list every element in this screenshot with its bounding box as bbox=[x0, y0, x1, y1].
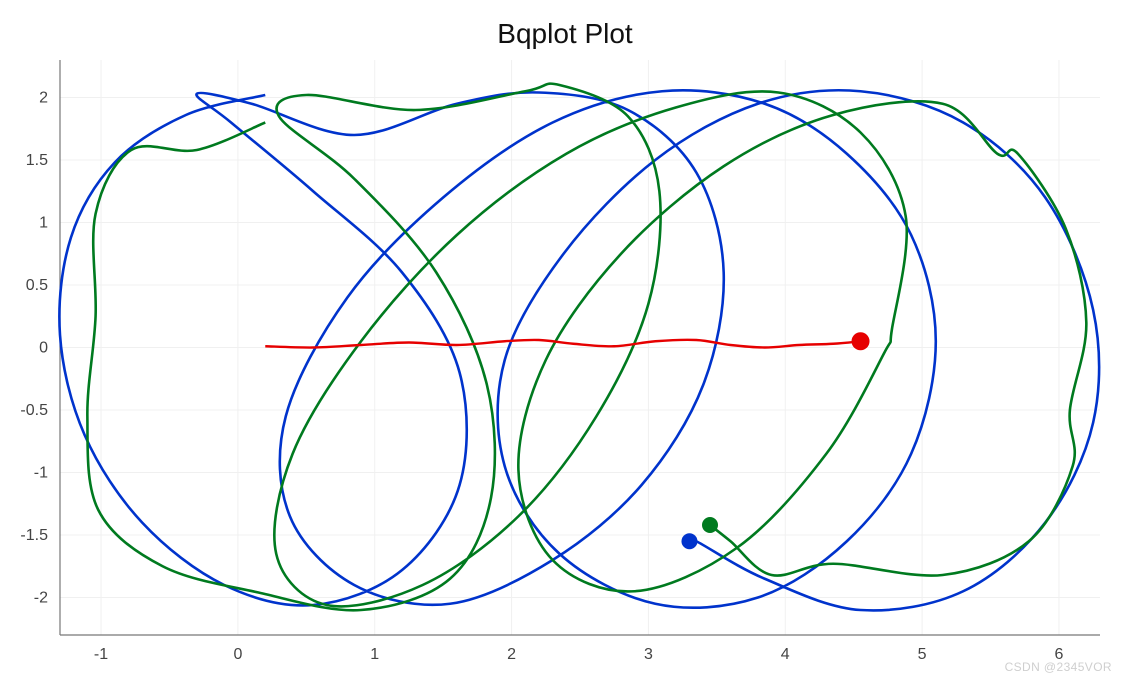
plot-svg: -10123456-2-1.5-1-0.500.511.52 bbox=[60, 60, 1100, 635]
end-marker-red bbox=[852, 332, 870, 350]
x-tick-label: 4 bbox=[781, 646, 790, 663]
chart-title: Bqplot Plot bbox=[0, 18, 1130, 50]
chart-container: Bqplot Plot -10123456-2-1.5-1-0.500.511.… bbox=[0, 0, 1130, 680]
x-tick-label: 0 bbox=[233, 646, 242, 663]
y-tick-label: -0.5 bbox=[20, 402, 48, 419]
series-blue bbox=[59, 90, 1099, 610]
end-marker-blue bbox=[681, 533, 697, 549]
x-tick-label: 5 bbox=[918, 646, 927, 663]
y-tick-label: -1.5 bbox=[20, 527, 48, 544]
y-tick-label: 0 bbox=[39, 340, 48, 357]
plot-area: -10123456-2-1.5-1-0.500.511.52 bbox=[60, 60, 1100, 635]
x-tick-label: -1 bbox=[94, 646, 108, 663]
watermark: CSDN @2345VOR bbox=[1005, 660, 1112, 674]
y-tick-label: -2 bbox=[34, 590, 48, 607]
x-tick-label: 1 bbox=[370, 646, 379, 663]
y-tick-label: 1.5 bbox=[26, 152, 48, 169]
end-marker-green bbox=[702, 517, 718, 533]
y-tick-label: -1 bbox=[34, 465, 48, 482]
x-tick-label: 3 bbox=[644, 646, 653, 663]
y-tick-label: 1 bbox=[39, 215, 48, 232]
series-red bbox=[265, 340, 860, 348]
y-tick-label: 0.5 bbox=[26, 277, 48, 294]
y-tick-label: 2 bbox=[39, 90, 48, 107]
x-tick-label: 2 bbox=[507, 646, 516, 663]
